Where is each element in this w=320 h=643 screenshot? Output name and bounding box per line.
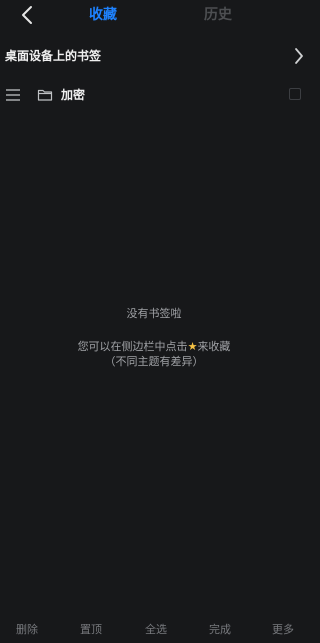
select-all-button[interactable]: 全选 xyxy=(145,622,167,638)
bottom-action-bar: 删除 置顶 全选 完成 更多 xyxy=(0,617,308,643)
tab-favorites[interactable]: 收藏 xyxy=(89,5,117,25)
empty-hint-before: 您可以在侧边栏中点击 xyxy=(77,340,188,353)
empty-state-title: 没有书签啦 xyxy=(126,307,182,320)
tab-history[interactable]: 历史 xyxy=(204,5,232,25)
empty-hint-after: 来收藏 xyxy=(197,340,231,353)
desktop-bookmarks-title: 桌面设备上的书签 xyxy=(5,49,102,63)
desktop-bookmarks-row[interactable]: 桌面设备上的书签 xyxy=(0,40,308,72)
menu-icon[interactable] xyxy=(5,87,21,103)
empty-state: 没有书签啦 您可以在侧边栏中点击★来收藏 （不同主题有差异） xyxy=(0,305,308,369)
top-bar: 收藏 历史 xyxy=(0,0,308,30)
folder-icon xyxy=(37,89,53,101)
folder-label: 加密 xyxy=(61,88,86,102)
star-icon: ★ xyxy=(187,340,198,353)
empty-state-note: （不同主题有差异） xyxy=(104,355,204,368)
back-button[interactable] xyxy=(16,4,38,26)
done-button[interactable]: 完成 xyxy=(209,622,231,638)
empty-state-hint: 您可以在侧边栏中点击★来收藏 xyxy=(0,339,308,354)
folder-checkbox[interactable] xyxy=(289,88,301,100)
delete-button[interactable]: 删除 xyxy=(16,622,38,638)
pin-top-button[interactable]: 置顶 xyxy=(80,622,102,638)
chevron-right-icon xyxy=(292,45,306,67)
chevron-left-icon xyxy=(22,6,32,24)
folder-row[interactable]: 加密 xyxy=(0,82,308,108)
more-button[interactable]: 更多 xyxy=(272,622,294,638)
